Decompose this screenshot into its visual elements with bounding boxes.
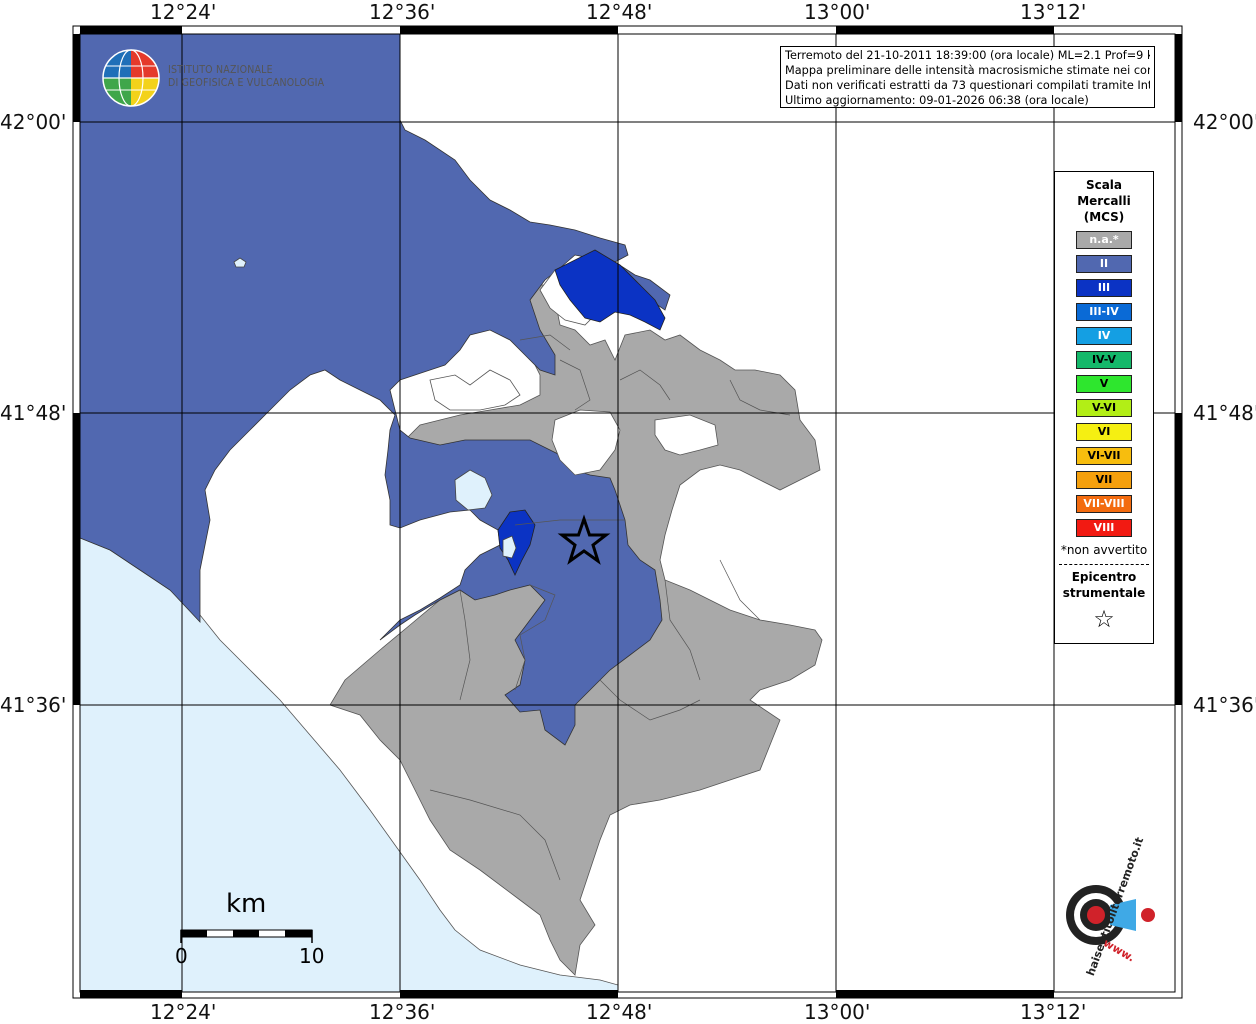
info-line-2: Mappa preliminare delle intensità macros… <box>785 64 1150 77</box>
legend-item-0: n.a.* <box>1076 231 1132 249</box>
legend-item-5: IV-V <box>1076 351 1132 369</box>
legend-items: n.a.* II III III-IV IV IV-V V V-VI VI VI-VII VII VI… <box>1055 231 1153 537</box>
right-lat-2: 41°48' <box>1193 401 1256 425</box>
legend-item-3: III-IV <box>1076 303 1132 321</box>
legend-item-12: VIII <box>1076 519 1132 537</box>
legend-item-9: VI-VII <box>1076 447 1132 465</box>
legend-title-3: (MCS) <box>1083 210 1125 224</box>
legend-item-2: III <box>1076 279 1132 297</box>
legend-title: Scala Mercalli (MCS) <box>1055 177 1153 225</box>
legend-item-11: VII-VIII <box>1076 495 1132 513</box>
info-line-3: Dati non verificati estratti da 73 quest… <box>785 79 1150 92</box>
info-line-4: Ultimo aggiornamento: 09-01-2026 06:38 (… <box>785 94 1089 107</box>
top-lon-2: 12°36' <box>369 0 436 24</box>
top-lon-1: 12°24' <box>150 0 217 24</box>
info-line-1: Terremoto del 21-10-2011 18:39:00 (ora l… <box>785 49 1150 62</box>
bottom-lon-4: 13°00' <box>804 1000 871 1024</box>
bottom-lon-5: 13°12' <box>1020 1000 1087 1024</box>
scale-unit: km <box>226 889 267 919</box>
bottom-lon-1: 12°24' <box>150 1000 217 1024</box>
legend-item-7: V-VI <box>1076 399 1132 417</box>
legend-item-10: VII <box>1076 471 1132 489</box>
ingv-line-1: ISTITUTO NAZIONALE <box>168 64 273 76</box>
legend-item-4: IV <box>1076 327 1132 345</box>
legend-note: *non avvertito <box>1060 543 1148 557</box>
legend: Scala Mercalli (MCS) n.a.* II III III-IV IV I… <box>1054 171 1154 644</box>
hsit-text: haisentitoilterremoto.it www. <box>1050 836 1150 978</box>
left-lat-2: 41°48' <box>0 401 67 425</box>
top-lon-4: 13°00' <box>804 0 871 24</box>
legend-item-8: VI <box>1076 423 1132 441</box>
right-lat-3: 41°36' <box>1193 693 1256 717</box>
ingv-line-2: DI GEOFISICA E VULCANOLOGIA <box>168 77 325 89</box>
bottom-lon-2: 12°36' <box>369 1000 436 1024</box>
legend-epicentro: Epicentro strumentale <box>1055 569 1153 601</box>
legend-item-1: II <box>1076 255 1132 273</box>
legend-title-2: Mercalli <box>1077 194 1131 208</box>
star-icon: ☆ <box>1093 605 1115 633</box>
event-info-box: Terremoto del 21-10-2011 18:39:00 (ora l… <box>780 46 1155 108</box>
left-lat-3: 41°36' <box>0 693 67 717</box>
left-lat-1: 42°00' <box>0 110 67 134</box>
top-lon-3: 12°48' <box>586 0 653 24</box>
hsit-www-text: www. <box>1101 936 1137 965</box>
legend-title-1: Scala <box>1085 178 1123 192</box>
legend-separator <box>1059 564 1149 565</box>
legend-epicentro-2: strumentale <box>1062 586 1146 600</box>
ingv-logo <box>102 49 160 107</box>
scale-zero: 0 <box>175 944 188 968</box>
bottom-lon-3: 12°48' <box>586 1000 653 1024</box>
legend-item-6: V <box>1076 375 1132 393</box>
legend-epicentro-1: Epicentro <box>1071 570 1137 584</box>
right-lat-1: 42°00' <box>1193 110 1256 134</box>
scale-ten: 10 <box>299 944 325 968</box>
top-lon-5: 13°12' <box>1020 0 1087 24</box>
ingv-name: ISTITUTO NAZIONALE DI GEOFISICA E VULCAN… <box>168 64 324 90</box>
